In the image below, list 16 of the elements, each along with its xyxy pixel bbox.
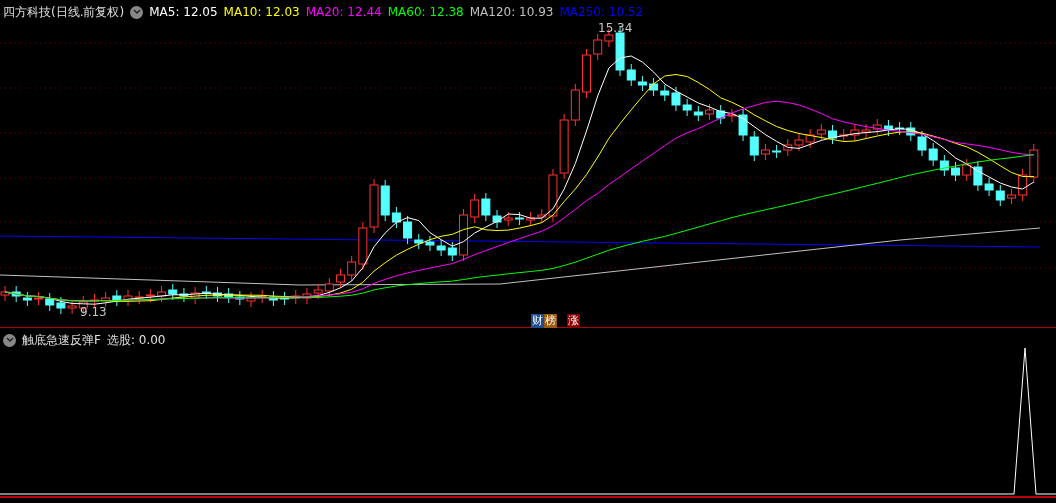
low-price-label: 9.13 xyxy=(80,304,107,321)
legend-value: MA250: 10.52 xyxy=(559,4,644,21)
indicator-reading: 选股: 0.00 xyxy=(106,332,166,349)
event-marker[interactable]: 财 xyxy=(531,314,544,328)
legend-value: MA20: 12.44 xyxy=(305,4,382,21)
legend-value: MA120: 10.93 xyxy=(469,4,554,21)
legend-value: MA5: 12.05 xyxy=(149,4,218,21)
dropdown-icon[interactable] xyxy=(130,5,144,19)
legend-value: MA60: 12.38 xyxy=(387,4,464,21)
legend-value: MA10: 12.03 xyxy=(223,4,300,21)
event-marker[interactable]: 涨 xyxy=(567,314,580,328)
indicator-title: 触底急速反弹F xyxy=(22,332,101,349)
event-marker[interactable]: 榜 xyxy=(544,314,557,328)
high-price-label: 15.34 xyxy=(598,20,633,37)
dropdown-icon[interactable] xyxy=(3,333,16,347)
stock-title: 四方科技(日线.前复权) xyxy=(3,4,125,21)
